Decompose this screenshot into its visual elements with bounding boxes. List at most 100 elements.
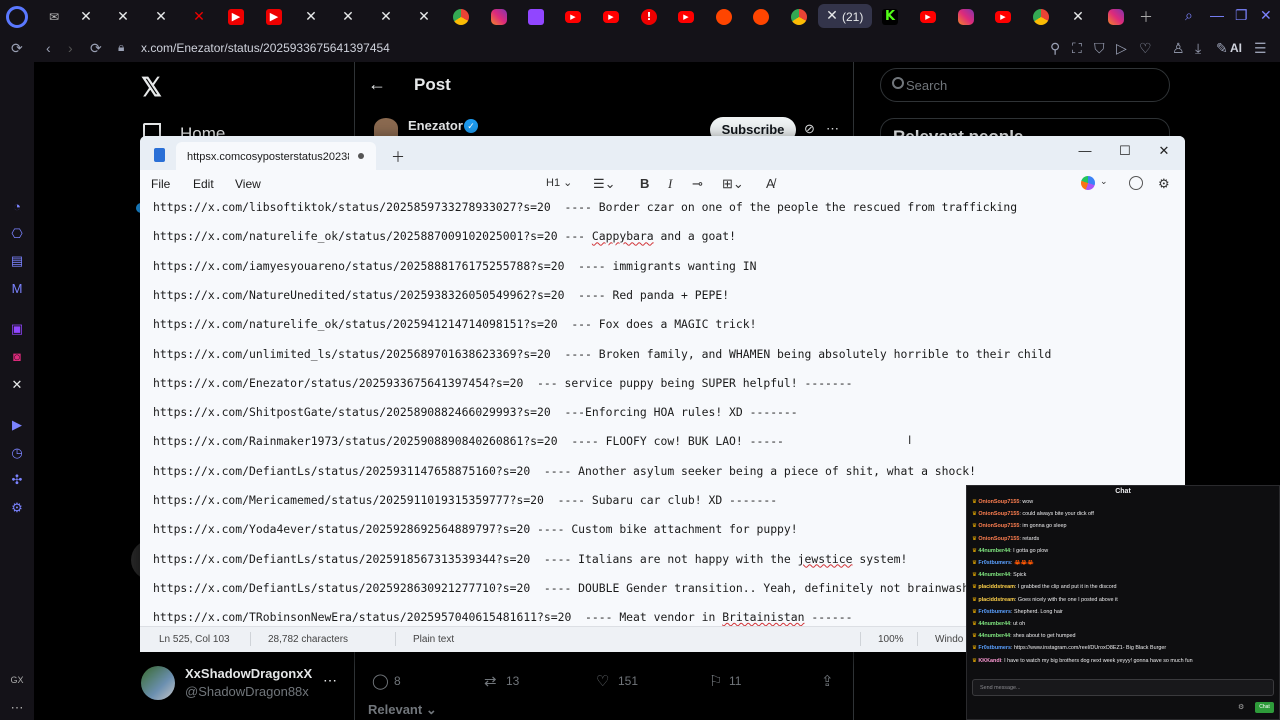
heart-icon[interactable]: ♡ <box>1139 40 1152 57</box>
shield-icon[interactable]: ⛉ <box>1094 40 1105 57</box>
account-icon[interactable] <box>1129 176 1143 190</box>
chrome-tab-icon[interactable] <box>1033 9 1049 25</box>
instagram-tab-icon[interactable] <box>958 9 974 25</box>
italic-icon[interactable]: I <box>668 176 672 192</box>
copilot-dropdown-icon[interactable]: ⌄ <box>1100 176 1108 187</box>
forward-icon[interactable]: › <box>68 40 73 56</box>
chat-username[interactable]: 44number44 <box>978 633 1010 639</box>
profile-name[interactable]: XxShadowDragonxX <box>185 666 312 681</box>
ai-icon[interactable]: ✎ <box>1216 40 1228 57</box>
x-sidebar-icon[interactable]: ✕ <box>9 377 25 393</box>
repost-icon[interactable]: ⇄ <box>484 672 497 690</box>
misspelled-word[interactable]: jewstice <box>798 552 853 566</box>
chat-username[interactable]: KKKandi <box>978 658 1001 664</box>
x-tab-icon[interactable]: ✕ <box>153 9 169 25</box>
reply-sort-dropdown[interactable]: Relevant ⌄ <box>368 702 437 718</box>
youtube-tab-icon[interactable]: ▶ <box>995 11 1011 23</box>
chat-username[interactable]: OnionSoup7155 <box>978 523 1019 529</box>
menu-view[interactable]: View <box>235 177 261 191</box>
twitch-tab-icon[interactable] <box>528 9 544 25</box>
menu-file[interactable]: File <box>151 177 170 191</box>
x-tab-icon[interactable]: ✕ <box>340 9 356 25</box>
misspelled-word[interactable]: Britainistan <box>722 610 804 624</box>
clear-formatting-icon[interactable]: A̸ <box>766 176 775 191</box>
chat-username[interactable]: Fr0stbumers <box>978 560 1011 566</box>
x-tab-icon[interactable]: ✕ <box>416 9 432 25</box>
share-icon[interactable]: ⇪ <box>821 672 834 690</box>
reload-sidebar-icon[interactable]: ⟳ <box>11 40 23 57</box>
reply-icon[interactable]: ◯ <box>372 672 389 690</box>
new-tab-icon[interactable]: ＋ <box>1139 7 1153 27</box>
chat-username[interactable]: 44number44 <box>978 621 1010 627</box>
close-icon[interactable]: ✕ <box>1144 140 1184 162</box>
chat-settings-icon[interactable]: ⚙ <box>1238 703 1244 711</box>
m-app-icon[interactable]: M <box>9 281 25 297</box>
notes-icon[interactable]: ▤ <box>9 253 25 269</box>
alert-tab-icon[interactable]: ! <box>641 9 657 25</box>
play-icon[interactable]: ▷ <box>1116 40 1127 57</box>
search-tabs-icon[interactable]: ⌕ <box>1185 7 1193 24</box>
like-icon[interactable]: ♡ <box>596 672 609 690</box>
chat-username[interactable]: placiddstream <box>978 584 1015 590</box>
chrome-tab-icon[interactable] <box>791 9 807 25</box>
ai-chat-icon[interactable]: ⎔ <box>9 226 25 242</box>
chat-username[interactable]: 44number44 <box>978 548 1010 554</box>
maximize-icon[interactable]: ☐ <box>1105 140 1145 162</box>
author-avatar[interactable] <box>374 118 398 138</box>
copilot-icon[interactable] <box>1081 176 1095 190</box>
bold-icon[interactable]: B <box>640 176 649 191</box>
profile-more-icon[interactable]: ⋯ <box>323 672 337 689</box>
player-icon[interactable]: ▶ <box>9 417 25 433</box>
history-icon[interactable]: ◷ <box>9 445 25 461</box>
format-label[interactable]: Plain text <box>413 634 454 645</box>
list-dropdown-icon[interactable]: ☰⌄ <box>593 176 616 192</box>
instagram-tab-icon[interactable] <box>491 9 507 25</box>
x-tab-icon[interactable]: ✕ <box>191 9 207 25</box>
extensions-icon[interactable]: ✣ <box>9 472 25 488</box>
back-icon[interactable]: ‹ <box>46 40 51 56</box>
red-app-tab-icon[interactable]: ▶ <box>228 9 244 25</box>
pin-icon[interactable]: ⚲ <box>1050 40 1060 57</box>
bookmark-icon[interactable]: ⚐ <box>709 672 722 690</box>
browser-logo-icon[interactable] <box>6 6 28 28</box>
chrome-tab-icon[interactable] <box>453 9 469 25</box>
x-logo-icon[interactable]: 𝕏 <box>141 72 162 103</box>
aria-icon[interactable]: ◔ <box>9 199 25 215</box>
chat-username[interactable]: Fr0stbumers <box>978 645 1011 651</box>
heading-dropdown[interactable]: H1 ⌄ <box>546 176 572 189</box>
line-ending[interactable]: Windo <box>935 634 963 645</box>
youtube-tab-icon[interactable]: ▶ <box>920 11 936 23</box>
mail-tab-icon[interactable]: ✉ <box>46 9 62 25</box>
minimize-icon[interactable]: — <box>1065 140 1105 162</box>
misspelled-word[interactable]: Cappybara <box>592 229 654 243</box>
instagram-sidebar-icon[interactable]: ◙ <box>9 349 25 365</box>
youtube-tab-icon[interactable]: ▶ <box>603 11 619 23</box>
account-icon[interactable]: ♙ <box>1172 40 1185 57</box>
reddit-tab-icon[interactable] <box>716 9 732 25</box>
minimize-icon[interactable]: — <box>1210 7 1224 23</box>
chat-username[interactable]: OnionSoup7155 <box>978 499 1019 505</box>
url-field[interactable]: x.com/Enezator/status/202593367564139745… <box>141 41 390 55</box>
x-tab-icon[interactable]: ✕ <box>303 9 319 25</box>
table-dropdown-icon[interactable]: ⊞⌄ <box>722 176 744 192</box>
chat-username[interactable]: OnionSoup7155 <box>978 511 1019 517</box>
reddit-tab-icon[interactable] <box>753 9 769 25</box>
menu-edit[interactable]: Edit <box>193 177 214 191</box>
snapshot-icon[interactable]: ⛶ <box>1072 40 1082 57</box>
x-tab-icon[interactable]: ✕ <box>378 9 394 25</box>
restore-icon[interactable]: ❐ <box>1235 7 1248 24</box>
x-tab-icon[interactable]: ✕ <box>78 9 94 25</box>
chat-username[interactable]: OnionSoup7155 <box>978 536 1019 542</box>
new-tab-icon[interactable]: ＋ <box>391 147 405 167</box>
x-tab-icon[interactable]: ✕ <box>115 9 131 25</box>
instagram-tab-icon[interactable] <box>1108 9 1124 25</box>
settings-icon[interactable]: ⚙ <box>9 500 25 516</box>
author-name[interactable]: Enezator <box>408 118 463 133</box>
link-icon[interactable]: ⊸ <box>692 176 703 192</box>
chat-username[interactable]: 44number44 <box>978 572 1010 578</box>
youtube-tab-icon[interactable]: ▶ <box>678 11 694 23</box>
more-icon[interactable]: ⋯ <box>9 700 25 716</box>
twitch-sidebar-icon[interactable]: ▣ <box>9 321 25 337</box>
chat-send-button[interactable]: Chat <box>1255 702 1274 713</box>
download-icon[interactable]: ⤓ <box>1195 40 1201 57</box>
